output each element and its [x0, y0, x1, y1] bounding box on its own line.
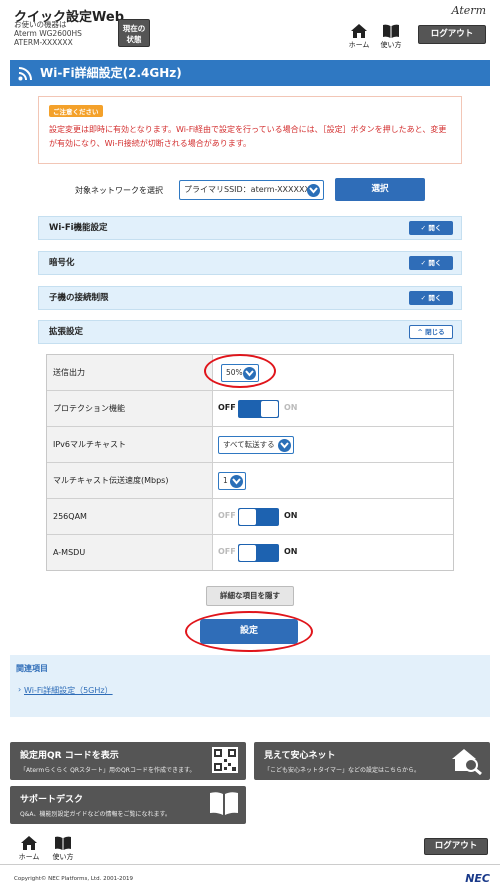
tile-subtitle: 「Atermらくらく QRスタート」用のQRコードを作成できます。 — [20, 767, 196, 774]
qam256-toggle[interactable]: OFF ON — [218, 508, 318, 526]
mieteanshin-tile[interactable]: 見えて安心ネット 「こども安心ネットタイマー」などの設定はこちらから。 — [254, 742, 490, 780]
section-wifi-function[interactable]: Wi-Fi機能設定 ✓︎ 開く — [38, 216, 462, 240]
tile-title: 見えて安心ネット — [264, 751, 336, 761]
amsdu-toggle[interactable]: OFF ON — [218, 544, 318, 562]
notice-box: ご注意ください 設定変更は即時に有効となります。Wi-Fi経由で設定を行っている… — [38, 96, 462, 164]
tile-title: サポートデスク — [20, 795, 84, 805]
related-title: 関連項目 — [16, 664, 48, 673]
book-icon — [210, 792, 238, 815]
status-button[interactable]: 現在の 状態 — [118, 19, 150, 47]
setting-row-multicast-rate: マルチキャスト伝送速度(Mbps) 1 — [47, 463, 453, 499]
network-select-value: プライマリSSID：aterm-XXXXXX-g — [184, 185, 318, 194]
house-search-icon — [452, 749, 482, 775]
open-button[interactable]: ✓︎ 開く — [409, 256, 453, 270]
notice-text: 設定変更は即時に有効となります。Wi-Fi経由で設定を行っている場合には、［設定… — [49, 125, 447, 148]
network-select[interactable]: プライマリSSID：aterm-XXXXXX-g — [179, 180, 324, 200]
wifi-icon — [18, 67, 32, 81]
howto-nav[interactable]: 使い方 — [378, 24, 404, 50]
home-label: ホーム — [18, 853, 40, 861]
footer-howto-nav[interactable]: 使い方 — [50, 836, 76, 862]
toggle-on-label: ON — [284, 403, 298, 412]
qr-code-tile[interactable]: 設定用QR コードを表示 「Atermらくらく QRスタート」用のQRコードを作… — [10, 742, 246, 780]
ipv6-multicast-value: すべて転送する — [223, 440, 275, 449]
home-icon — [21, 836, 37, 850]
notice-badge: ご注意ください — [49, 105, 103, 117]
howto-label: 使い方 — [52, 853, 74, 861]
protection-toggle[interactable]: OFF ON — [218, 400, 318, 418]
hide-details-button[interactable]: 詳細な項目を隠す — [206, 586, 294, 606]
home-nav[interactable]: ホーム — [346, 24, 372, 50]
ipv6-multicast-select[interactable]: すべて転送する — [218, 436, 294, 454]
chevron-down-icon — [230, 474, 243, 488]
setting-label: マルチキャスト伝送速度(Mbps) — [47, 463, 213, 498]
page-title: Wi-Fi詳細設定(2.4GHz) — [40, 66, 182, 80]
network-select-label: 対象ネットワークを選択 — [75, 186, 163, 195]
setting-row-256qam: 256QAM OFF ON — [47, 499, 453, 535]
brand-logo: Aterm — [451, 4, 486, 17]
related-section: 関連項目 › Wi-Fi詳細設定（5GHz） — [10, 655, 490, 717]
howto-label: 使い方 — [380, 41, 402, 49]
tile-subtitle: 「こども安心ネットタイマー」などの設定はこちらから。 — [264, 767, 421, 774]
setting-row-amsdu: A-MSDU OFF ON — [47, 535, 453, 570]
footer-home-nav[interactable]: ホーム — [16, 836, 42, 862]
multicast-rate-value: 1 — [223, 476, 228, 485]
setting-row-ipv6-multicast: IPv6マルチキャスト すべて転送する — [47, 427, 453, 463]
book-icon — [55, 836, 71, 850]
setting-label: IPv6マルチキャスト — [47, 427, 213, 462]
tile-title: 設定用QR コードを表示 — [20, 751, 119, 761]
section-client-limit[interactable]: 子機の接続制限 ✓︎ 開く — [38, 286, 462, 310]
section-extended[interactable]: 拡張設定 ^ 閉じる — [38, 320, 462, 344]
chevron-down-icon — [278, 438, 291, 452]
footer-divider — [0, 864, 500, 865]
toggle-off-label: OFF — [218, 511, 236, 520]
setting-label: 256QAM — [47, 499, 213, 534]
setting-label: A-MSDU — [47, 535, 213, 570]
device-model: Aterm WG2600HS — [14, 29, 82, 38]
section-label: Wi-Fi機能設定 — [49, 223, 108, 233]
toggle-on-label: ON — [284, 511, 298, 520]
toggle-off-label: OFF — [218, 403, 236, 412]
close-button[interactable]: ^ 閉じる — [409, 325, 453, 339]
qr-code-icon — [212, 747, 238, 773]
open-button[interactable]: ✓︎ 開く — [409, 291, 453, 305]
logout-button[interactable]: ログアウト — [418, 25, 486, 44]
section-label: 子機の接続制限 — [49, 293, 109, 303]
tile-subtitle: Q&A、機能別設定ガイドなどの情報をご覧になれます。 — [20, 811, 171, 818]
section-label: 暗号化 — [49, 258, 75, 268]
home-label: ホーム — [348, 41, 370, 49]
setting-label: 送信出力 — [47, 355, 213, 390]
nec-logo: NEC — [465, 872, 490, 885]
book-icon — [383, 24, 399, 38]
highlight-ring — [204, 354, 276, 388]
home-icon — [351, 24, 367, 38]
setting-label: プロテクション機能 — [47, 391, 213, 426]
support-desk-tile[interactable]: サポートデスク Q&A、機能別設定ガイドなどの情報をご覧になれます。 — [10, 786, 246, 824]
open-button[interactable]: ✓︎ 開く — [409, 221, 453, 235]
status-button-line1: 現在の — [122, 24, 146, 33]
device-ssid: ATERM-XXXXXX — [14, 38, 73, 47]
footer-logout-button[interactable]: ログアウト — [424, 838, 488, 855]
related-link[interactable]: Wi-Fi詳細設定（5GHz） — [24, 685, 113, 696]
page-title-bar: Wi-Fi詳細設定(2.4GHz) — [10, 60, 490, 86]
setting-row-protection: プロテクション機能 OFF ON — [47, 391, 453, 427]
copyright: Copyright© NEC Platforms, Ltd. 2001-2019 — [14, 876, 134, 882]
toggle-on-label: ON — [284, 547, 298, 556]
device-prefix: お使いの機器は — [14, 20, 67, 29]
chevron-down-icon — [307, 184, 320, 197]
select-network-button[interactable]: 選択 — [335, 178, 425, 201]
highlight-ring — [185, 611, 313, 652]
section-label: 拡張設定 — [49, 327, 84, 337]
section-encryption[interactable]: 暗号化 ✓︎ 開く — [38, 251, 462, 275]
multicast-rate-select[interactable]: 1 — [218, 472, 246, 490]
toggle-off-label: OFF — [218, 547, 236, 556]
status-button-line2: 状態 — [126, 35, 142, 44]
bullet-icon: › — [18, 685, 22, 694]
